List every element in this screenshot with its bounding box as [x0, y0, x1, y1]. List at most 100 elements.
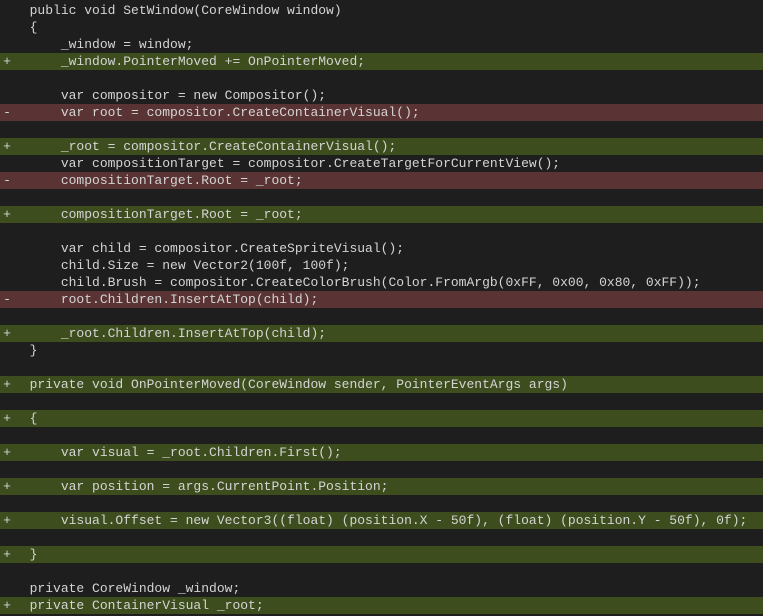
code-line: + var visual = _root.Children.First(); — [0, 444, 763, 461]
code-text: visual.Offset = new Vector3((float) (pos… — [61, 513, 748, 528]
indent — [14, 275, 61, 290]
code-text: compositionTarget.Root = _root; — [61, 207, 303, 222]
diff-gutter: + — [0, 547, 14, 562]
code-line: _window = window; — [0, 36, 763, 53]
indent — [14, 156, 61, 171]
code-line: { — [0, 19, 763, 36]
diff-gutter — [0, 496, 14, 511]
diff-gutter — [0, 581, 14, 596]
code-line — [0, 461, 763, 478]
code-line: } — [0, 342, 763, 359]
indent — [14, 377, 30, 392]
code-text: root.Children.InsertAtTop(child); — [61, 292, 318, 307]
diff-gutter — [0, 462, 14, 477]
code-text: var compositor = new Compositor(); — [61, 88, 326, 103]
indent — [14, 173, 61, 188]
indent — [14, 445, 61, 460]
code-text: child.Brush = compositor.CreateColorBrus… — [61, 275, 701, 290]
indent — [14, 105, 61, 120]
diff-gutter — [0, 122, 14, 137]
indent — [14, 326, 61, 341]
indent — [14, 88, 61, 103]
code-line: + _window.PointerMoved += OnPointerMoved… — [0, 53, 763, 70]
code-line — [0, 529, 763, 546]
code-line: + _root = compositor.CreateContainerVisu… — [0, 138, 763, 155]
diff-gutter — [0, 3, 14, 18]
code-line: private CoreWindow _window; — [0, 580, 763, 597]
code-text: var compositionTarget = compositor.Creat… — [61, 156, 560, 171]
diff-gutter — [0, 224, 14, 239]
diff-gutter: + — [0, 326, 14, 341]
diff-gutter — [0, 428, 14, 443]
diff-gutter — [0, 88, 14, 103]
code-line: child.Brush = compositor.CreateColorBrus… — [0, 274, 763, 291]
code-line: + } — [0, 546, 763, 563]
code-line: + private void OnPointerMoved(CoreWindow… — [0, 376, 763, 393]
diff-gutter: + — [0, 411, 14, 426]
code-line: + { — [0, 410, 763, 427]
code-text: { — [30, 411, 38, 426]
diff-gutter — [0, 71, 14, 86]
code-line — [0, 495, 763, 512]
indent — [14, 581, 30, 596]
indent — [14, 479, 61, 494]
indent — [14, 54, 61, 69]
diff-gutter — [0, 360, 14, 375]
code-text: private void OnPointerMoved(CoreWindow s… — [30, 377, 568, 392]
indent — [14, 37, 61, 52]
diff-gutter — [0, 20, 14, 35]
indent — [14, 258, 61, 273]
code-text: compositionTarget.Root = _root; — [61, 173, 303, 188]
indent — [14, 343, 30, 358]
indent — [14, 20, 30, 35]
indent — [14, 598, 30, 613]
code-line: public void SetWindow(CoreWindow window) — [0, 2, 763, 19]
diff-gutter — [0, 156, 14, 171]
code-line: + var position = args.CurrentPoint.Posit… — [0, 478, 763, 495]
indent — [14, 139, 61, 154]
code-line — [0, 121, 763, 138]
code-line — [0, 563, 763, 580]
code-line: + private ContainerVisual _root; — [0, 597, 763, 614]
code-text: private ContainerVisual _root; — [30, 598, 264, 613]
diff-gutter: + — [0, 139, 14, 154]
code-line: var compositionTarget = compositor.Creat… — [0, 155, 763, 172]
indent — [14, 241, 61, 256]
code-text: public void SetWindow(CoreWindow window) — [30, 3, 342, 18]
code-line: child.Size = new Vector2(100f, 100f); — [0, 257, 763, 274]
indent — [14, 3, 30, 18]
diff-gutter: + — [0, 598, 14, 613]
indent — [14, 513, 61, 528]
diff-gutter — [0, 37, 14, 52]
code-line — [0, 308, 763, 325]
code-line — [0, 393, 763, 410]
diff-gutter — [0, 241, 14, 256]
code-line — [0, 359, 763, 376]
code-line: + compositionTarget.Root = _root; — [0, 206, 763, 223]
code-text: } — [30, 343, 38, 358]
diff-gutter: + — [0, 479, 14, 494]
diff-gutter — [0, 394, 14, 409]
code-line — [0, 223, 763, 240]
code-line: var child = compositor.CreateSpriteVisua… — [0, 240, 763, 257]
diff-gutter — [0, 258, 14, 273]
diff-gutter — [0, 190, 14, 205]
code-line: - var root = compositor.CreateContainerV… — [0, 104, 763, 121]
diff-gutter — [0, 275, 14, 290]
code-line: + _root.Children.InsertAtTop(child); — [0, 325, 763, 342]
code-line: - root.Children.InsertAtTop(child); — [0, 291, 763, 308]
code-text: var position = args.CurrentPoint.Positio… — [61, 479, 389, 494]
code-text: var child = compositor.CreateSpriteVisua… — [61, 241, 404, 256]
diff-gutter — [0, 309, 14, 324]
code-text: } — [30, 547, 38, 562]
diff-gutter: + — [0, 54, 14, 69]
diff-gutter: + — [0, 377, 14, 392]
code-text: _window = window; — [61, 37, 194, 52]
indent — [14, 292, 61, 307]
code-text: var root = compositor.CreateContainerVis… — [61, 105, 420, 120]
code-text: var visual = _root.Children.First(); — [61, 445, 342, 460]
diff-gutter: - — [0, 173, 14, 188]
code-line: - compositionTarget.Root = _root; — [0, 172, 763, 189]
diff-gutter — [0, 564, 14, 579]
diff-gutter: - — [0, 292, 14, 307]
